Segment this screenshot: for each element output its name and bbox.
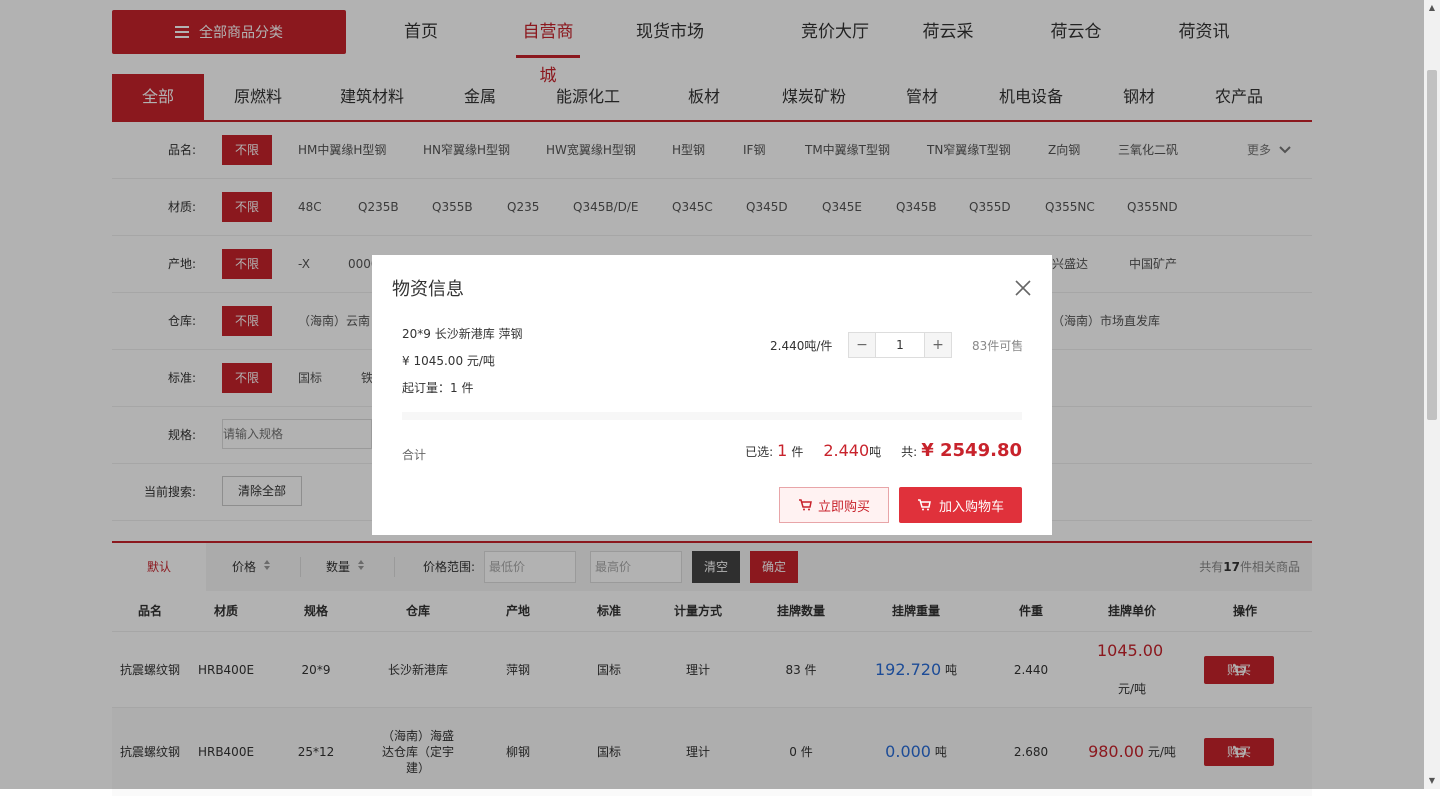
material-info-modal: 物资信息 20*9 长沙新港库 萍钢 ¥ 1045.00 元/吨 起订量：1 件…: [372, 255, 1052, 535]
scroll-up-icon[interactable]: ▲: [1424, 0, 1440, 16]
modal-title: 物资信息: [392, 279, 464, 300]
plus-button[interactable]: +: [925, 333, 951, 357]
selected-weight: 2.440: [823, 441, 870, 460]
item-min-order: 起订量：1 件: [402, 381, 474, 395]
item-description: 20*9 长沙新港库 萍钢: [402, 327, 523, 341]
quantity-stepper: − 1 +: [848, 332, 952, 358]
scrollbar[interactable]: ▲ ▼: [1424, 0, 1440, 789]
total-prefix: 共:: [901, 445, 918, 459]
add-to-cart-label: 加入购物车: [938, 499, 1004, 515]
selected-count: 1: [777, 441, 788, 460]
selected-weight-unit: 吨: [869, 445, 882, 459]
total-label: 合计: [402, 448, 427, 462]
item-unit-price: ¥ 1045.00 元/吨: [402, 354, 495, 368]
quantity-value[interactable]: 1: [875, 333, 925, 357]
minus-button[interactable]: −: [849, 333, 875, 357]
close-icon[interactable]: [1008, 273, 1038, 303]
available-count: 83件可售: [972, 339, 1024, 353]
total-amount: ¥ 2549.80: [921, 440, 1022, 461]
cart-icon: [798, 499, 812, 511]
buy-now-label: 立即购买: [817, 499, 870, 515]
scroll-down-icon[interactable]: ▼: [1424, 773, 1440, 789]
weight-per-piece: 2.440吨/件: [770, 339, 833, 353]
selected-unit: 件: [791, 445, 804, 459]
selection-summary: 已选: 1 件 2.440 吨 共: ¥ 2549.80: [745, 440, 1022, 461]
cart-icon: [917, 499, 931, 511]
divider: [402, 412, 1022, 420]
add-to-cart-button[interactable]: 加入购物车: [899, 487, 1022, 523]
scroll-thumb[interactable]: [1427, 70, 1437, 420]
selected-label: 已选:: [745, 445, 774, 459]
buy-now-button[interactable]: 立即购买: [779, 487, 889, 523]
